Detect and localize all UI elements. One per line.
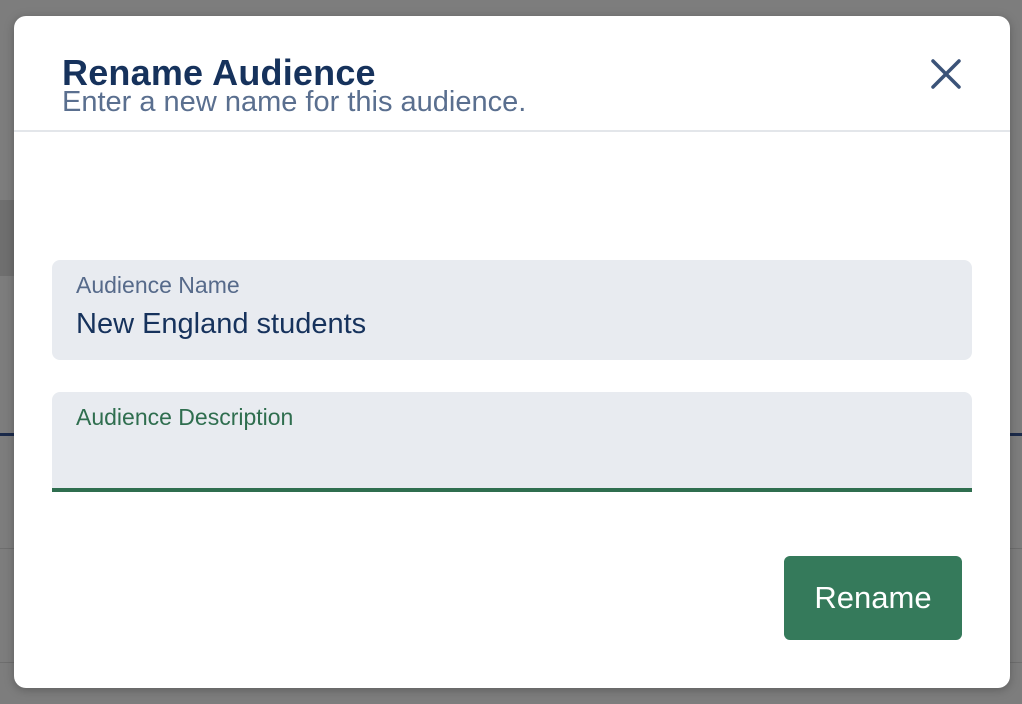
- close-icon: [931, 59, 961, 89]
- background-divider: [1010, 662, 1022, 663]
- audience-name-label: Audience Name: [76, 272, 240, 298]
- background-divider: [0, 433, 14, 436]
- rename-button[interactable]: Rename: [784, 556, 962, 640]
- close-button[interactable]: [926, 54, 966, 94]
- background-divider: [0, 548, 14, 549]
- rename-audience-dialog: Rename Audience Enter a new name for thi…: [14, 16, 1010, 688]
- audience-description-field[interactable]: Audience Description: [52, 392, 972, 492]
- audience-name-field[interactable]: Audience Name: [52, 260, 972, 360]
- background-divider: [0, 662, 14, 663]
- audience-description-label: Audience Description: [76, 404, 294, 430]
- background-divider: [1010, 433, 1022, 436]
- background-divider: [1010, 548, 1022, 549]
- dialog-instructions: Enter a new name for this audience.: [62, 86, 527, 118]
- audience-name-input[interactable]: [76, 304, 946, 344]
- audience-description-input[interactable]: [76, 436, 946, 476]
- background-panel: [0, 200, 14, 276]
